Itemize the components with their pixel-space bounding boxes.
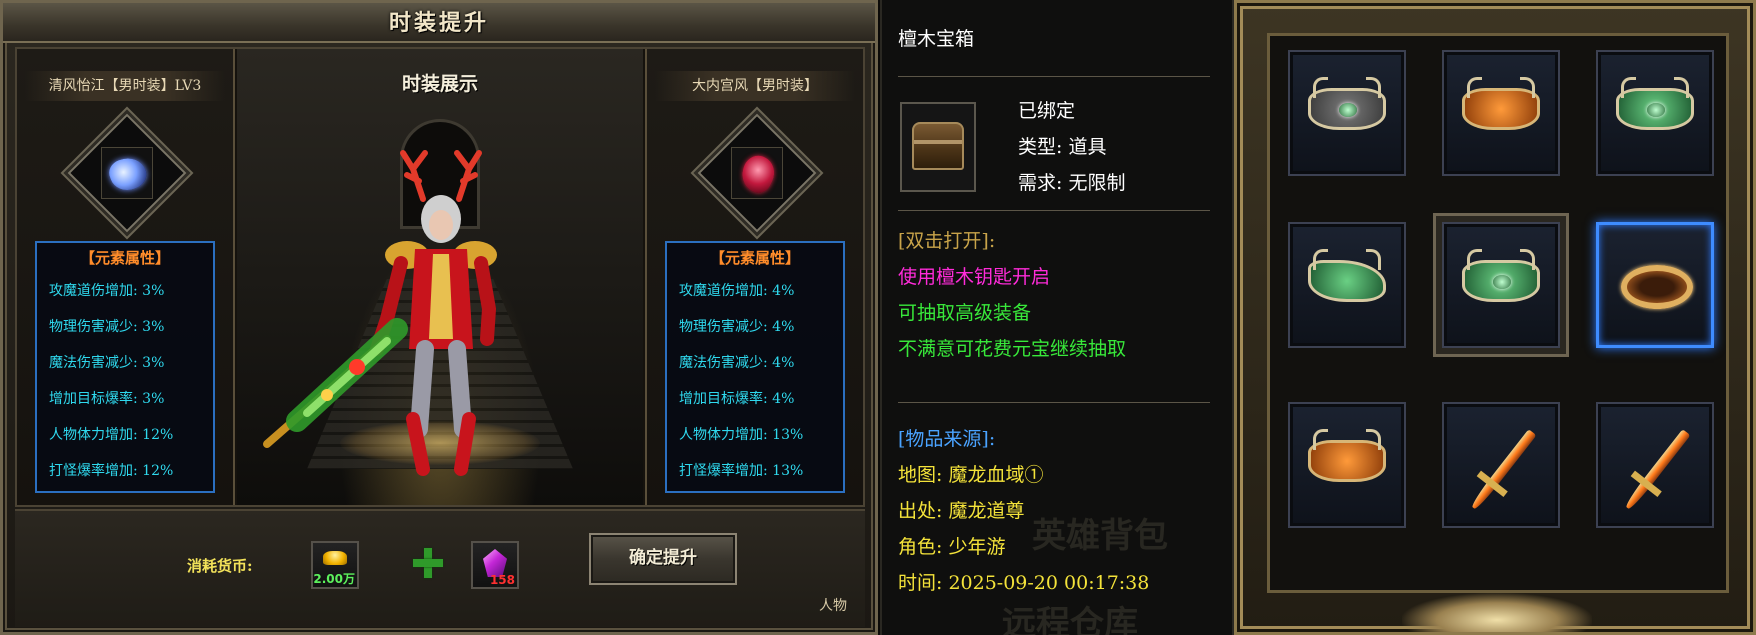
current-fashion-name: 清风怡江【男时装】LV3	[25, 71, 225, 101]
divider	[898, 210, 1210, 211]
attr-row: 物理伤害减少: 3%	[49, 319, 165, 335]
flame-sword-icon	[1469, 429, 1537, 511]
source-map: 地图: 魔龙血域①	[898, 464, 1044, 486]
current-attr-box: 【元素属性】 攻魔道伤增加: 3% 物理伤害减少: 3% 魔法伤害减少: 3% …	[35, 241, 215, 493]
fashion-content-frame: 清风怡江【男时装】LV3 【元素属性】 攻魔道伤增加: 3% 物理伤害减少: 3…	[15, 47, 865, 507]
attr-row: 打怪爆率增加: 13%	[679, 463, 804, 479]
divider	[898, 76, 1210, 77]
attr-row: 人物体力增加: 13%	[679, 427, 804, 443]
item-name: 檀木宝箱	[898, 28, 975, 50]
current-fashion-slot[interactable]	[67, 113, 187, 233]
fashion-upgrade-panel: 时装提升 清风怡江【男时装】LV3 【元素属性】 攻魔道伤增加: 3% 物理伤害…	[0, 0, 878, 635]
attr-row: 魔法伤害减少: 3%	[49, 355, 165, 371]
character-tab[interactable]: 人物	[819, 595, 847, 615]
gold-ring-icon	[1621, 265, 1693, 309]
background-label: 远程仓库	[1002, 604, 1138, 635]
usage-line: 可抽取高级装备	[898, 302, 1032, 324]
background-label: 英雄背包	[1032, 516, 1168, 556]
next-attr-box: 【元素属性】 攻魔道伤增加: 4% 物理伤害减少: 4% 魔法伤害减少: 4% …	[665, 241, 845, 493]
attr-title: 【元素属性】	[79, 249, 170, 267]
current-fashion-column: 清风怡江【男时装】LV3 【元素属性】 攻魔道伤增加: 3% 物理伤害减少: 3…	[17, 49, 235, 505]
silver-belt-icon	[1308, 77, 1386, 130]
grid-cell[interactable]	[1596, 402, 1714, 528]
cost-label: 消耗货币:	[187, 557, 253, 575]
source-role: 角色: 少年游	[898, 536, 1006, 558]
next-fashion-slot[interactable]	[697, 113, 817, 233]
grid-cell[interactable]	[1288, 402, 1406, 528]
attr-row: 魔法伤害减少: 4%	[679, 355, 795, 371]
attr-row: 打怪爆率增加: 12%	[49, 463, 174, 479]
character-model	[263, 150, 497, 476]
attr-row: 物理伤害减少: 4%	[679, 319, 795, 335]
wooden-chest-icon	[912, 122, 964, 170]
panel-title: 时装提升	[3, 3, 875, 43]
preview-title: 时装展示	[401, 73, 478, 95]
gem-cost-amount: 158	[489, 573, 515, 587]
item-icon-slot	[900, 102, 976, 192]
source-time: 时间: 2025-09-20 00:17:38	[898, 572, 1150, 594]
attr-row: 攻魔道伤增加: 4%	[679, 283, 795, 299]
grid-cell[interactable]	[1288, 222, 1406, 348]
attr-row: 增加目标爆率: 3%	[49, 391, 165, 407]
attr-row: 人物体力增加: 12%	[49, 427, 174, 443]
attr-row: 增加目标爆率: 4%	[679, 391, 795, 407]
confirm-upgrade-button[interactable]: 确定提升	[589, 533, 737, 585]
reward-grid-panel	[1234, 0, 1756, 635]
jade-boots-icon	[1308, 249, 1386, 302]
usage-line: 不满意可花费元宝继续抽取	[898, 338, 1127, 360]
reward-grid	[1267, 33, 1729, 593]
bound-status: 已绑定	[1018, 100, 1076, 122]
gold-cost-amount: 2.00万	[313, 572, 355, 586]
grid-cell[interactable]	[1596, 50, 1714, 176]
item-type: 类型: 道具	[1018, 136, 1107, 158]
flame-sword-icon	[1623, 429, 1691, 511]
orange-belt-icon	[1462, 77, 1540, 130]
fashion-preview: 时装展示	[237, 49, 643, 505]
grid-cell-selected[interactable]	[1596, 222, 1714, 348]
cost-bar: 消耗货币: 2.00万 158 确定提升 人物	[15, 509, 865, 627]
divider	[898, 402, 1210, 403]
red-glove-icon	[735, 150, 781, 198]
gold-ingot-icon	[323, 551, 347, 565]
orange-belt-icon	[1308, 429, 1386, 482]
grid-cell[interactable]	[1442, 222, 1560, 348]
next-fashion-column: 大内宫风【男时装】 【元素属性】 攻魔道伤增加: 4% 物理伤害减少: 4% 魔…	[645, 49, 863, 505]
source-header: [物品来源]:	[898, 428, 996, 450]
grid-cell[interactable]	[1288, 50, 1406, 176]
item-requirement: 需求: 无限制	[1018, 172, 1126, 194]
next-fashion-name: 大内宫风【男时装】	[655, 71, 855, 101]
item-tooltip: 英雄背包 远程仓库 檀木宝箱 已绑定 类型: 道具 需求: 无限制 [双击打开]…	[880, 0, 1234, 635]
green-belt-icon	[1462, 249, 1540, 302]
grid-cell[interactable]	[1442, 50, 1560, 176]
frame-ornament	[1402, 593, 1592, 632]
green-belt-icon	[1616, 77, 1694, 130]
gem-currency-slot[interactable]: 158	[471, 541, 519, 589]
plus-icon	[413, 548, 443, 578]
source-origin: 出处: 魔龙道尊	[898, 500, 1025, 522]
grid-cell[interactable]	[1442, 402, 1560, 528]
gold-currency-slot[interactable]: 2.00万	[311, 541, 359, 589]
attr-row: 攻魔道伤增加: 3%	[49, 283, 165, 299]
attr-title: 【元素属性】	[709, 249, 800, 267]
usage-header: [双击打开]:	[898, 230, 996, 252]
blue-glove-icon	[105, 152, 151, 196]
usage-line: 使用檀木钥匙开启	[898, 266, 1051, 288]
